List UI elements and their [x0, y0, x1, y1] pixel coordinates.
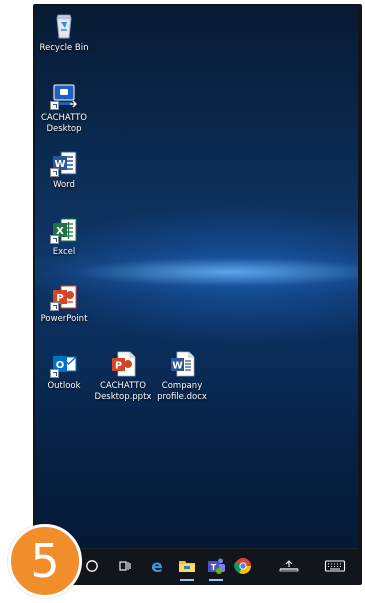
desktop-icon-powerpoint[interactable]: P PowerPoint [35, 283, 99, 325]
pptx-file-icon: P [109, 350, 137, 378]
edge-icon: e [151, 557, 163, 575]
desktop-icon-label: CACHATTO Desktop [40, 113, 87, 134]
teams-icon: T [208, 558, 225, 574]
desktop-screen: Recycle Bin CACHATTO Desktop W Word X Ex… [35, 6, 358, 583]
desktop-icon-label: Excel [52, 247, 76, 257]
desktop-icon-label: PowerPoint [40, 314, 88, 324]
chrome-button[interactable] [233, 556, 253, 576]
step-number-badge: 5 [8, 524, 82, 598]
notifications-up-icon [279, 560, 299, 572]
file-explorer-button[interactable] [177, 556, 197, 581]
desktop-icon-cachatto-desktop[interactable]: CACHATTO Desktop [35, 82, 99, 135]
svg-text:W: W [172, 361, 183, 372]
desktop-icon-label: Company profile.docx [157, 381, 207, 402]
search-button[interactable] [82, 556, 102, 576]
device-frame: Recycle Bin CACHATTO Desktop W Word X Ex… [33, 4, 362, 585]
step-number: 5 [30, 534, 60, 588]
desktop-icon-label: Recycle Bin [39, 43, 89, 53]
word-icon: W [50, 149, 78, 177]
chrome-icon [234, 558, 251, 574]
svg-text:P: P [115, 361, 122, 372]
taskbar: e T [35, 548, 358, 583]
outlook-icon: O [50, 350, 78, 378]
cachatto-desktop-icon [50, 82, 78, 110]
desktop-file-company-profile-docx[interactable]: W Company profile.docx [147, 350, 217, 403]
edge-button[interactable]: e [147, 556, 167, 576]
search-circle-icon [86, 560, 98, 572]
task-view-icon [119, 561, 131, 571]
desktop-icon-excel[interactable]: X Excel [35, 216, 99, 258]
powerpoint-icon: P [50, 283, 78, 311]
recycle-bin-icon [50, 12, 78, 40]
shortcut-arrow-icon [50, 235, 59, 244]
touch-keyboard-button[interactable] [322, 556, 348, 576]
notifications-button[interactable] [276, 556, 302, 576]
teams-button[interactable]: T [206, 556, 226, 581]
docx-file-icon: W [168, 350, 196, 378]
shortcut-arrow-icon [50, 302, 59, 311]
svg-text:e: e [151, 557, 163, 575]
desktop-icon-recycle-bin[interactable]: Recycle Bin [35, 12, 99, 54]
shortcut-arrow-icon [50, 168, 59, 177]
running-indicator [180, 579, 194, 581]
desktop-icon-word[interactable]: W Word [35, 149, 99, 191]
excel-icon: X [50, 216, 78, 244]
keyboard-icon [324, 560, 346, 572]
desktop-icon-label: Word [53, 180, 75, 190]
running-indicator [209, 579, 223, 581]
shortcut-arrow-icon [50, 369, 59, 378]
svg-text:T: T [211, 563, 217, 572]
file-explorer-icon [179, 561, 195, 572]
shortcut-arrow-icon [50, 101, 59, 110]
task-view-button[interactable] [115, 556, 135, 576]
